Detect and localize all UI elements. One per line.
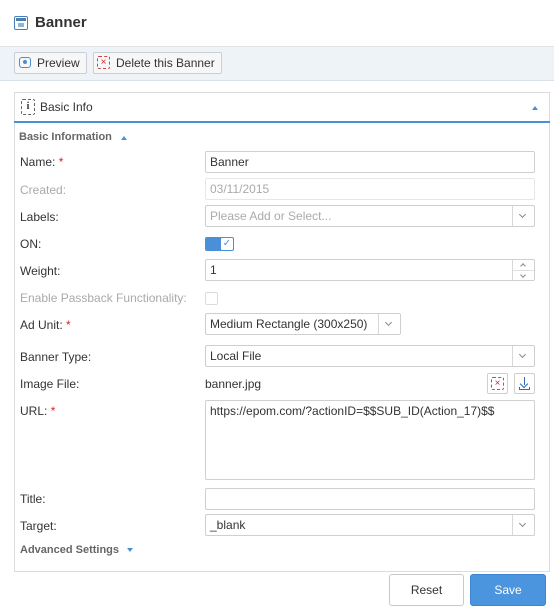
url-label-text: URL: [20,404,48,418]
preview-button[interactable]: Preview [14,52,87,74]
chevron-down-icon[interactable] [512,206,534,226]
section-advanced-settings[interactable]: Advanced Settings [20,544,119,556]
remove-file-button[interactable]: × [487,373,508,394]
panel-header[interactable] [14,93,550,123]
banner-type-value: Local File [210,349,262,363]
ad-unit-select[interactable]: Medium Rectangle (300x250) [205,313,401,335]
preview-label: Preview [37,56,80,70]
title-input[interactable] [205,488,535,510]
chevron-down-icon[interactable] [512,515,534,535]
required-marker: * [66,318,71,332]
name-input[interactable]: Banner [205,151,535,173]
chevron-up-icon [121,136,127,140]
passback-checkbox [205,292,218,305]
download-file-button[interactable] [514,373,535,394]
labels-placeholder: Please Add or Select... [210,209,332,223]
check-icon: ✓ [221,238,233,250]
on-toggle[interactable]: ✓ [205,237,234,251]
delete-banner-button[interactable]: × Delete this Banner [93,52,222,74]
download-icon [519,377,530,390]
reset-button[interactable]: Reset [389,574,464,606]
ad-unit-value: Medium Rectangle (300x250) [210,317,368,331]
image-file-label: Image File: [20,377,80,391]
created-field: 03/11/2015 [205,178,535,200]
on-label: ON: [20,237,42,251]
section-advanced-label: Advanced Settings [20,544,120,556]
required-marker: * [50,404,56,418]
chevron-down-icon[interactable] [512,346,534,366]
section-basic-information[interactable]: Basic Information [19,131,112,143]
panel-title: Basic Info [40,100,93,114]
image-file-name: banner.jpg [205,377,262,391]
created-label: Created: [20,183,67,197]
info-icon: i [21,99,35,115]
page-title: Banner [35,14,87,31]
required-marker: * [58,155,64,169]
decrement-icon[interactable] [513,270,534,280]
target-value: _blank [210,518,246,532]
title-label: Title: [20,492,46,506]
weight-stepper[interactable]: 1 [205,259,535,281]
name-label: Name: * [20,155,63,169]
weight-label: Weight: [20,264,61,278]
target-label: Target: [20,519,57,533]
banner-icon [14,16,28,30]
delete-icon: × [97,56,110,69]
ad-unit-label-text: Ad Unit: [20,318,63,332]
chevron-down-icon [127,548,133,552]
banner-type-label: Banner Type: [20,350,92,364]
eye-icon [19,57,31,68]
target-select[interactable]: _blank [205,514,535,536]
delete-icon: × [491,377,504,390]
name-label-text: Name: [20,155,56,169]
url-textarea[interactable]: https://epom.com/?actionID=$$SUB_ID(Acti… [205,400,535,480]
chevron-down-icon[interactable] [378,314,400,334]
section-basic-label: Basic Information [19,131,112,143]
weight-spinner[interactable] [512,260,534,280]
ad-unit-label: Ad Unit: * [20,318,71,332]
passback-label: Enable Passback Functionality: [20,291,187,305]
weight-value: 1 [210,263,217,277]
labels-select[interactable]: Please Add or Select... [205,205,535,227]
banner-type-select[interactable]: Local File [205,345,535,367]
increment-icon[interactable] [513,260,534,270]
url-label: URL: * [20,404,55,418]
labels-label: Labels: [20,210,59,224]
delete-label: Delete this Banner [116,56,215,70]
save-button[interactable]: Save [470,574,546,606]
collapse-icon[interactable] [532,106,538,110]
